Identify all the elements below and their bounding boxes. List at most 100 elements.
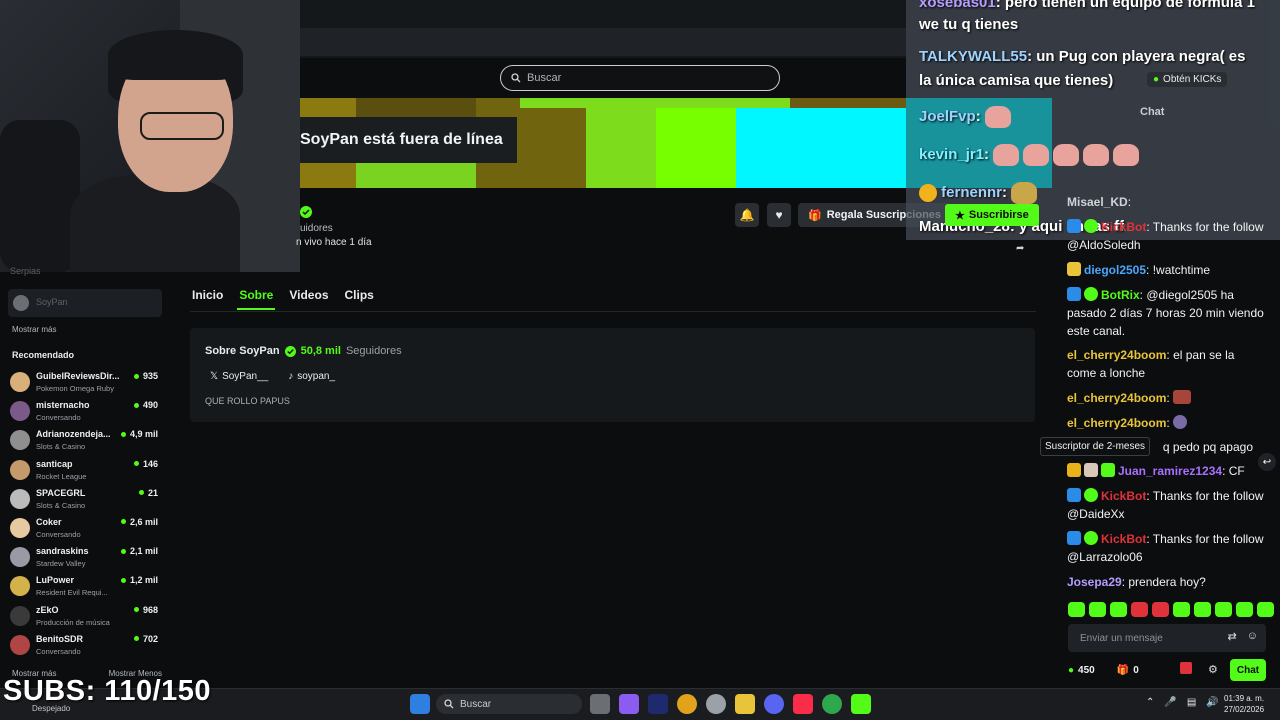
about-title: Sobre SoyPan [205, 345, 280, 357]
chat-username[interactable]: diegol2505 [1084, 263, 1146, 277]
translate-icon[interactable]: ⇄ [1228, 630, 1237, 643]
search-icon [511, 73, 521, 83]
chat-text: q pedo pq apago [1162, 440, 1253, 454]
recommended-channel[interactable]: sandraskins Stardew Valley 2,1 mil [10, 543, 160, 572]
sidebar-item-faded[interactable]: Serpias [10, 266, 41, 276]
emote-icon[interactable] [1215, 602, 1232, 617]
recommended-channel[interactable]: misternacho Conversando 490 [10, 397, 160, 426]
emote-icon[interactable] [1236, 602, 1253, 617]
channel-name: santicap [36, 458, 73, 469]
recommended-channel[interactable]: BenitoSDR Conversando 702 [10, 631, 160, 660]
obs-icon[interactable] [706, 694, 726, 714]
live-dot-icon [133, 607, 139, 612]
chat-username[interactable]: el_cherry24boom [1067, 416, 1166, 430]
heart-icon: ♥ [775, 208, 783, 222]
chevron-up-icon[interactable]: ⌃ [1146, 697, 1154, 708]
recommended-list: GuibelReviewsDir... Pokemon Omega Ruby 935… [10, 368, 160, 660]
channel-category: Slots & Casino [36, 442, 86, 452]
notification-button[interactable]: 🔔 [735, 203, 759, 227]
kicks-icon: ● [1153, 74, 1160, 85]
emote-icon [1011, 182, 1038, 204]
copilot-icon[interactable] [619, 694, 639, 714]
recommended-channel[interactable]: Coker Conversando 2,6 mil [10, 514, 160, 543]
overlay-text: we tu q tienes [919, 16, 1019, 33]
chat-username[interactable]: BotRix [1101, 288, 1140, 302]
chat-username[interactable]: el_cherry24boom [1067, 391, 1166, 405]
channel-category: Rocket League [36, 471, 87, 481]
emote-icon[interactable] [1257, 602, 1274, 617]
avatar [10, 488, 30, 509]
chat-username[interactable]: KickBot [1101, 489, 1146, 503]
chat-username[interactable]: Misael_KD [1067, 195, 1128, 209]
clip-icon[interactable] [1180, 662, 1192, 674]
emote-icon[interactable] [1194, 602, 1211, 617]
task-view-icon[interactable] [590, 694, 610, 714]
gifts-counter[interactable]: 🎁 0 [1117, 665, 1139, 676]
recommended-heading: Recomendado [12, 350, 75, 360]
recommended-channel[interactable]: santicap Rocket League 146 [10, 456, 160, 485]
taskbar-clock[interactable]: 01:39 a. m. 27/02/2026 [1224, 693, 1264, 715]
chat-username[interactable]: KickBot [1101, 220, 1146, 234]
kick-icon[interactable] [851, 694, 871, 714]
subscribe-button[interactable]: ★ Suscribirse [945, 204, 1039, 226]
emote-icon[interactable] [1110, 602, 1127, 617]
avatar [13, 295, 29, 311]
chat-username[interactable]: el_cherry24boom [1067, 348, 1166, 362]
recommended-channel[interactable]: LuPower Resident Evil Requi... 1,2 mil [10, 572, 160, 601]
avatar [10, 605, 30, 626]
about-title-row: Sobre SoyPan 50,8 mil Seguidores [205, 345, 402, 357]
tab-inicio[interactable]: Inicio [190, 286, 225, 310]
windows-start-icon[interactable] [410, 694, 430, 714]
emote-icon[interactable] [1173, 602, 1190, 617]
sidebar-item-current[interactable]: SoyPan [8, 289, 162, 317]
premiere-icon[interactable] [648, 694, 668, 714]
recommended-channel[interactable]: GuibelReviewsDir... Pokemon Omega Ruby 935 [10, 368, 160, 397]
followers-label: uidores [300, 223, 333, 234]
social-link-tiktok[interactable]: ♪ soypan_ [288, 371, 335, 382]
follow-button[interactable]: ♥ [767, 203, 791, 227]
share-icon[interactable]: ➦ [1016, 243, 1024, 254]
emote-icon [1173, 415, 1188, 429]
gear-icon[interactable]: ⚙ [1208, 663, 1218, 676]
emoji-icon[interactable]: ☺ [1247, 630, 1258, 643]
volume-icon[interactable]: 🔊 [1206, 697, 1218, 708]
emote-icon[interactable] [1152, 602, 1169, 617]
tab-sobre[interactable]: Sobre [237, 286, 276, 310]
show-more-link[interactable]: Mostrar más [12, 325, 56, 334]
microphone-icon[interactable]: 🎤 [1164, 697, 1176, 708]
channel-points[interactable]: ● 450 [1068, 665, 1095, 676]
file-explorer-icon[interactable] [735, 694, 755, 714]
chat-username[interactable]: Juan_ramirez1234 [1118, 464, 1222, 478]
viewer-count: 4,9 mil [120, 429, 158, 439]
channel-name: SPACEGRL [36, 487, 86, 498]
scroll-to-bottom-icon[interactable]: ↩ [1258, 453, 1276, 471]
emote-icon[interactable] [1068, 602, 1085, 617]
get-kicks-button[interactable]: ● Obtén KICKs [1147, 72, 1228, 87]
patrick-emote-icon [993, 144, 1020, 166]
channel-name: zEkO [36, 604, 59, 615]
chat-username[interactable]: KickBot [1101, 532, 1146, 546]
emote-icon[interactable] [1131, 602, 1148, 617]
viewer-count-value: 968 [142, 604, 158, 615]
chrome-profile-icon[interactable] [822, 694, 842, 714]
recommended-channel[interactable]: zEkO Producción de música 968 [10, 602, 160, 631]
avatar [10, 372, 30, 392]
chat-input[interactable]: Enviar un mensaje ⇄ ☺ [1068, 624, 1266, 652]
music-icon[interactable] [793, 694, 813, 714]
recommended-channel[interactable]: SPACEGRL Slots & Casino 21 [10, 485, 160, 514]
chat-send-button[interactable]: Chat [1230, 659, 1266, 681]
tab-clips[interactable]: Clips [343, 286, 376, 310]
chat-text: !watchtime [1152, 263, 1211, 277]
chat-username[interactable]: Josepa29 [1067, 575, 1122, 589]
recommended-channel[interactable]: Adrianozendeja... Slots & Casino 4,9 mil [10, 426, 160, 455]
search-input[interactable]: Buscar [500, 65, 780, 91]
social-link-x[interactable]: 𝕏 SoyPan__ [210, 371, 268, 382]
emote-icon[interactable] [1089, 602, 1106, 617]
verified-badge-icon [1084, 488, 1098, 502]
tab-videos[interactable]: Videos [287, 286, 330, 310]
bot-badge-icon [1067, 531, 1081, 545]
network-icon[interactable]: ▤ [1187, 697, 1196, 708]
taskbar-search[interactable]: Buscar [436, 694, 582, 714]
discord-icon[interactable] [764, 694, 784, 714]
chrome-icon[interactable] [677, 694, 697, 714]
